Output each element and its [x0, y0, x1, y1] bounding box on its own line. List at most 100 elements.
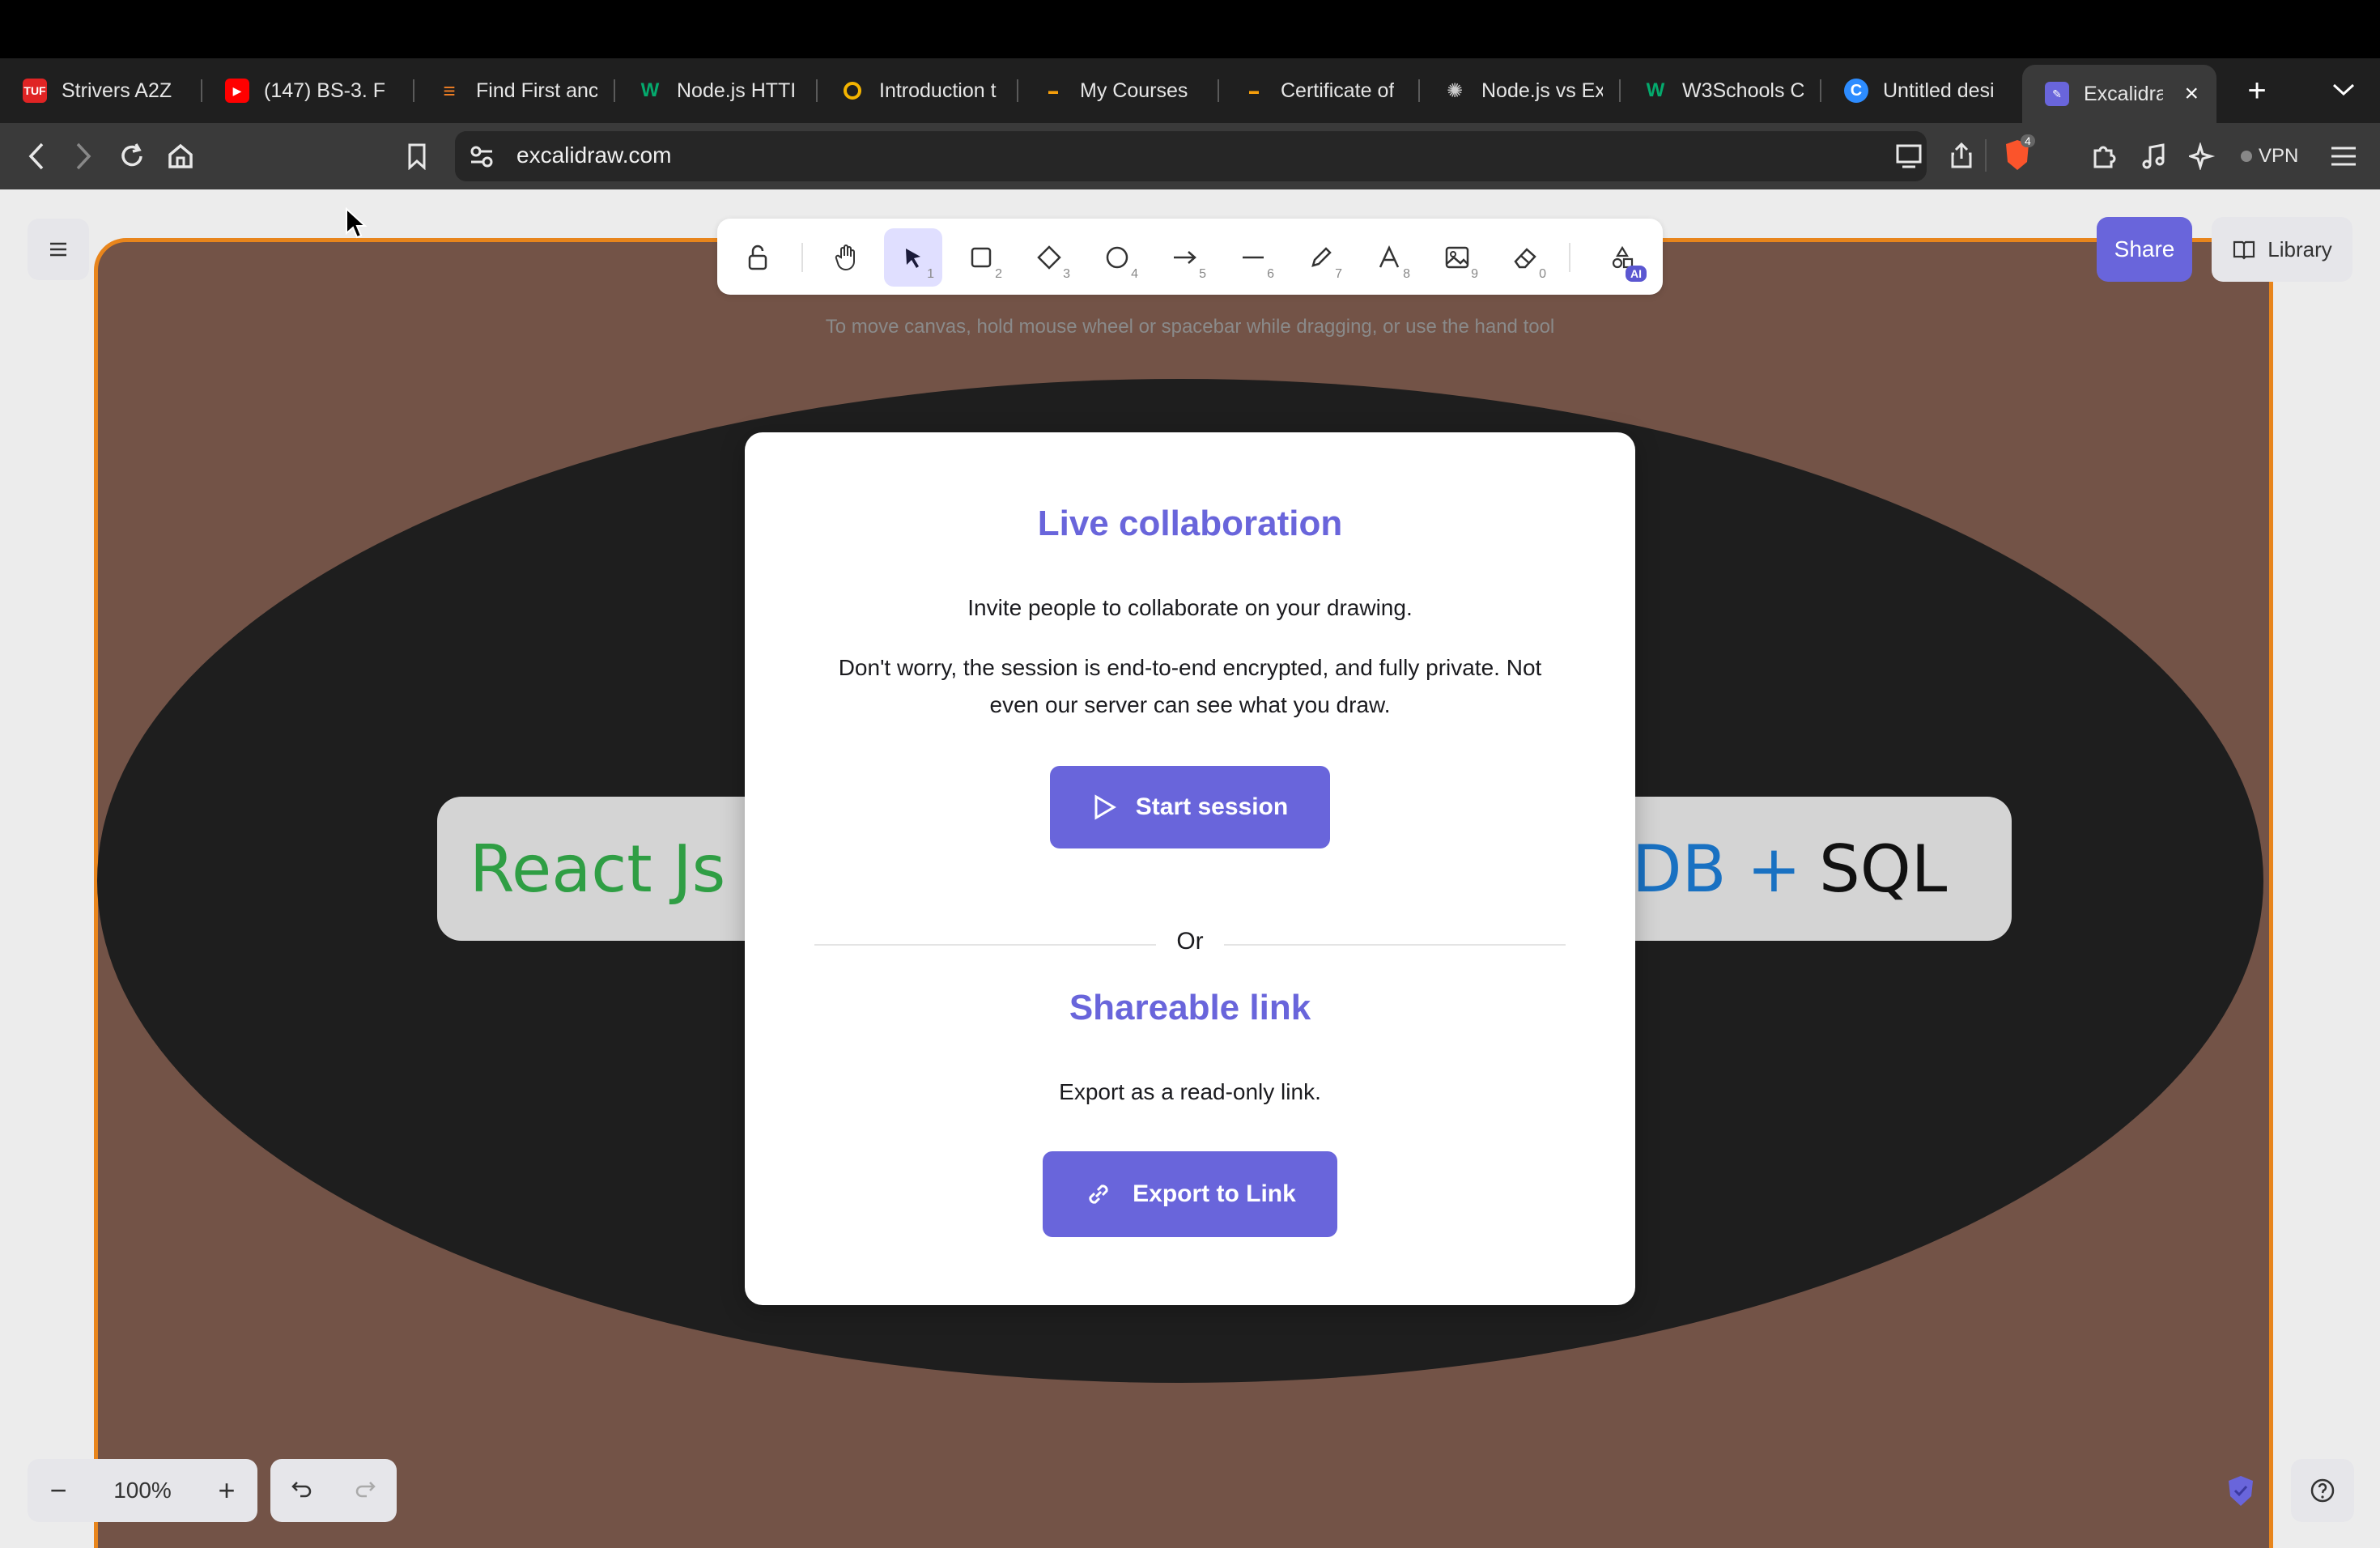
- youtube-icon: ▶: [225, 79, 249, 103]
- zoom-in-button[interactable]: +: [196, 1459, 257, 1522]
- tool-shortcut: 6: [1267, 267, 1274, 281]
- export-to-link-button[interactable]: Export to Link: [1043, 1151, 1337, 1237]
- more-tools-icon[interactable]: AI: [1593, 228, 1651, 287]
- site-settings-icon[interactable]: [468, 142, 495, 174]
- back-icon[interactable]: [16, 136, 57, 176]
- diamond-tool[interactable]: 3: [1020, 228, 1078, 287]
- drawing-canvas[interactable]: React Js DB + SQL To move canvas, hold m…: [0, 189, 2380, 1548]
- coursera-icon: ▬: [1048, 85, 1058, 96]
- cast-icon[interactable]: [1894, 141, 1923, 174]
- link-icon: [1089, 1184, 1108, 1204]
- library-button[interactable]: Library: [2212, 217, 2352, 282]
- tab-node-vs-express[interactable]: ✺ Node.js vs Ex: [1420, 58, 1621, 123]
- menu-icon[interactable]: [2323, 136, 2364, 176]
- leo-ai-icon[interactable]: [2182, 136, 2223, 176]
- menu-bar: [0, 0, 2380, 58]
- navigation-bar: excalidraw.com 4 VPN: [0, 123, 2380, 189]
- tool-shortcut: 7: [1335, 267, 1342, 281]
- circle-icon: [840, 79, 865, 103]
- pencil-tool[interactable]: 7: [1292, 228, 1350, 287]
- line-tool[interactable]: 6: [1224, 228, 1282, 287]
- start-session-label: Start session: [1135, 793, 1289, 820]
- reload-icon[interactable]: [112, 136, 152, 176]
- forward-icon[interactable]: [63, 136, 104, 176]
- music-icon[interactable]: [2134, 136, 2174, 176]
- w3-icon: W: [1646, 79, 1665, 101]
- address-bar[interactable]: excalidraw.com 4: [455, 131, 2035, 181]
- undo-icon[interactable]: [291, 1479, 313, 1503]
- tab-youtube[interactable]: ▶ (147) BS-3. F: [202, 58, 414, 123]
- selection-tool[interactable]: 1: [884, 228, 942, 287]
- brave-shields-icon[interactable]: 4: [2001, 134, 2035, 177]
- lock-tool[interactable]: [729, 228, 787, 287]
- shape-toolbar: 1 2 3 4 5 6 7 8 9 0 AI: [717, 219, 1663, 295]
- w3-icon: W: [640, 79, 660, 101]
- home-icon[interactable]: [160, 136, 201, 176]
- main-menu-button[interactable]: [28, 219, 89, 280]
- ai-badge: AI: [1626, 266, 1647, 282]
- stack-icon: ≡: [443, 78, 456, 103]
- tool-shortcut: 5: [1199, 267, 1206, 281]
- tuf-icon: TUF: [23, 79, 47, 103]
- toolbar-divider: [801, 243, 803, 272]
- openai-icon: ✺: [1446, 79, 1464, 102]
- arrow-tool[interactable]: 5: [1156, 228, 1214, 287]
- tool-shortcut: 0: [1539, 267, 1546, 281]
- tab-title: Node.js HTTI: [677, 79, 797, 102]
- tab-excalidraw[interactable]: ✎ Excalidra ×: [2022, 65, 2216, 123]
- tab-find-first[interactable]: ≡ Find First anc: [414, 58, 615, 123]
- vpn-status-icon: [2241, 151, 2252, 162]
- zoom-out-button[interactable]: −: [28, 1459, 89, 1522]
- tool-shortcut: 1: [927, 267, 934, 281]
- tab-title: Strivers A2Z: [62, 79, 172, 102]
- tab-title: Introduction t: [879, 79, 997, 102]
- url-text[interactable]: excalidraw.com: [516, 142, 671, 168]
- start-session-button[interactable]: Start session: [1050, 766, 1330, 848]
- share-button[interactable]: Share: [2097, 217, 2192, 282]
- vpn-label: VPN: [2259, 145, 2299, 167]
- zoom-controls: − 100% +: [28, 1459, 257, 1522]
- rectangle-tool[interactable]: 2: [952, 228, 1010, 287]
- screen: TUF Strivers A2Z ▶ (147) BS-3. F ≡ Find …: [0, 0, 2380, 1548]
- help-button[interactable]: [2291, 1459, 2354, 1522]
- tool-shortcut: 4: [1131, 267, 1138, 281]
- image-tool[interactable]: 9: [1428, 228, 1486, 287]
- tool-shortcut: 3: [1063, 267, 1070, 281]
- book-icon: [2233, 240, 2255, 260]
- text-tool[interactable]: 8: [1360, 228, 1418, 287]
- live-collaboration-dialog: Live collaboration Invite people to coll…: [745, 432, 1635, 1305]
- excalidraw-icon: ✎: [2045, 82, 2069, 106]
- dialog-title: Live collaboration: [1037, 504, 1343, 543]
- tab-nodejs-http[interactable]: W Node.js HTTI: [615, 58, 818, 123]
- redo-icon[interactable]: [354, 1479, 376, 1503]
- tab-list-chevron-icon[interactable]: [2323, 70, 2364, 110]
- mouse-cursor-icon: [346, 207, 368, 239]
- tab-title: Certificate of: [1281, 79, 1395, 102]
- tab-my-courses[interactable]: ▬ My Courses: [1018, 58, 1219, 123]
- toolbar-divider: [1569, 243, 1570, 272]
- help-icon: [2310, 1478, 2335, 1503]
- react-text: React Js: [470, 831, 726, 907]
- bookmark-icon[interactable]: [397, 136, 437, 176]
- url-divider: [1985, 139, 1987, 172]
- hand-tool[interactable]: [818, 228, 876, 287]
- sql-text: SQL: [1818, 831, 1948, 907]
- new-tab-icon[interactable]: +: [2233, 66, 2281, 115]
- tab-untitled-design[interactable]: C Untitled desi: [1821, 58, 2022, 123]
- divider-right: [1224, 944, 1566, 946]
- close-tab-icon[interactable]: ×: [2184, 80, 2199, 108]
- tab-strivers[interactable]: TUF Strivers A2Z: [0, 58, 202, 123]
- vpn-button[interactable]: VPN: [2231, 138, 2315, 175]
- tab-certificate[interactable]: ▬ Certificate of: [1219, 58, 1420, 123]
- encryption-shield-icon[interactable]: [2225, 1474, 2257, 1509]
- coursera-icon: ▬: [1249, 85, 1259, 96]
- share-page-icon[interactable]: [1949, 141, 1974, 174]
- canva-icon: C: [1844, 79, 1868, 103]
- read-only-text: Export as a read-only link.: [1059, 1079, 1321, 1104]
- eraser-tool[interactable]: 0: [1496, 228, 1554, 287]
- extensions-icon[interactable]: [2084, 136, 2124, 176]
- tab-w3schools[interactable]: W W3Schools C: [1621, 58, 1821, 123]
- tab-introduction[interactable]: Introduction t: [818, 58, 1018, 123]
- ellipse-tool[interactable]: 4: [1088, 228, 1146, 287]
- zoom-level[interactable]: 100%: [89, 1478, 196, 1503]
